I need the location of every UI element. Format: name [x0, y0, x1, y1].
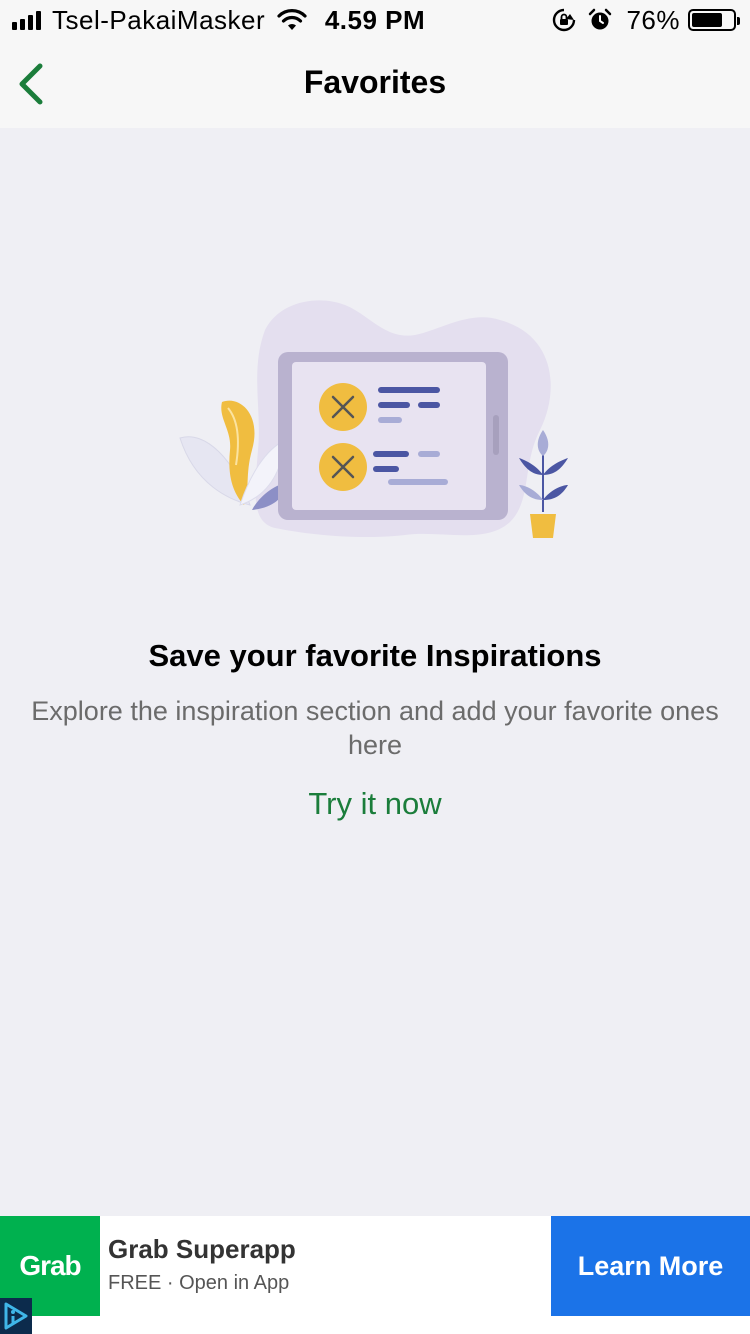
chevron-left-icon [19, 63, 43, 105]
rotation-lock-icon [553, 8, 576, 32]
carrier-name: Tsel-PakaiMasker [52, 4, 266, 35]
battery-fill [692, 13, 723, 27]
ad-choices-icon[interactable] [0, 1298, 32, 1334]
back-button[interactable] [12, 60, 52, 108]
ad-subtitle: FREE · Open in App [108, 1272, 290, 1294]
status-right: 76% [540, 4, 740, 36]
ad-banner[interactable]: Grab Grab Superapp FREE · Open in App Le… [0, 1216, 750, 1334]
battery-tip [737, 17, 740, 25]
status-left: Tsel-PakaiMasker [12, 4, 307, 36]
try-it-now-link[interactable]: Try it now [275, 786, 475, 822]
favorites-illustration [179, 300, 568, 538]
alarm-icon [589, 8, 612, 30]
empty-state-title: Save your favorite Inspirations [148, 638, 602, 673]
battery-percent: 76% [626, 4, 680, 35]
tablet-screen-shape [292, 362, 486, 510]
learn-more-button[interactable]: Learn More [551, 1216, 750, 1316]
empty-state-description: Explore the inspiration section and add … [31, 696, 719, 760]
ad-title[interactable]: Grab Superapp [108, 1234, 296, 1265]
page-title: Favorites [303, 64, 447, 100]
plant-pot-shape [530, 514, 556, 538]
nav-bar: Favorites [0, 40, 750, 128]
battery-icon [688, 9, 740, 31]
signal-icon [12, 10, 44, 30]
wifi-icon [277, 9, 307, 30]
tablet-button-shape [493, 415, 499, 455]
status-bar: Tsel-PakaiMasker 4.59 PM 76% [0, 0, 750, 40]
